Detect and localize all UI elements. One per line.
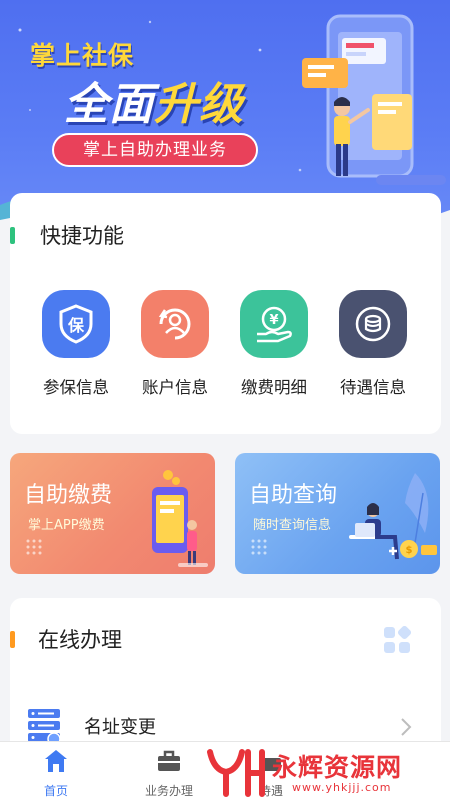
tile-title: 自助查询: [249, 483, 338, 508]
tile-subtitle: 掌上APP缴费: [28, 518, 105, 533]
quick-item-label: 待遇信息: [340, 378, 406, 397]
watermark-text: 永辉资源网: [272, 753, 403, 782]
person-circle-icon: [141, 290, 209, 358]
banner-title-line2: 全面升级: [64, 79, 244, 130]
briefcase-icon: [158, 750, 180, 771]
quick-item-account-info[interactable]: 账户信息: [125, 290, 225, 398]
tile-subtitle: 随时查询信息: [253, 518, 332, 533]
yuan-hand-icon: ¥: [240, 290, 308, 358]
quick-item-payment-detail[interactable]: ¥ 缴费明细: [224, 290, 324, 398]
quick-item-insurance-info[interactable]: 保 参保信息: [26, 290, 126, 398]
quick-functions-card: 快捷功能 保 参保信息 账户信息 ¥ 缴费明细 待遇信息: [10, 193, 441, 434]
laptop-person-icon: $: [349, 473, 437, 560]
watermark-overlay: 永辉资源网 www.yhkjjj.com: [200, 748, 450, 800]
quick-item-label: 缴费明细: [241, 378, 307, 397]
coin-stack-icon: [339, 290, 407, 358]
nav-item-home[interactable]: 首页: [11, 746, 101, 799]
section-accent-bar: [10, 227, 15, 244]
self-payment-tile[interactable]: 自助缴费 掌上APP缴费: [10, 453, 215, 574]
list-item-label: 名址变更: [84, 717, 156, 738]
home-icon: [45, 750, 67, 772]
section-title-online: 在线办理: [38, 628, 122, 652]
watermark-logo-icon: [207, 749, 265, 797]
banner-title-line1: 掌上社保: [30, 41, 135, 70]
chevron-right-icon: [401, 718, 412, 736]
phone-payment-icon: [152, 470, 208, 567]
svg-text:$: $: [406, 545, 413, 556]
self-query-tile[interactable]: 自助查询 随时查询信息 $: [235, 453, 440, 574]
dots-icon: [26, 539, 42, 555]
online-processing-card: 在线办理 名址变更: [10, 598, 441, 758]
shield-icon: 保: [42, 290, 110, 358]
section-title-quick: 快捷功能: [40, 224, 124, 248]
dots-icon: [251, 539, 267, 555]
watermark-url: www.yhkjjj.com: [292, 781, 392, 794]
banner-pill: 掌上自助办理业务: [52, 133, 258, 167]
section-accent-bar: [10, 631, 15, 648]
quick-item-label: 参保信息: [43, 378, 109, 397]
phone-illustration-icon: [302, 14, 446, 185]
tile-title: 自助缴费: [24, 483, 113, 508]
quick-item-label: 账户信息: [142, 378, 208, 397]
grid-apps-icon[interactable]: [383, 626, 411, 654]
quick-item-benefit-info[interactable]: 待遇信息: [323, 290, 423, 398]
nav-label: 首页: [43, 784, 68, 798]
svg-text:保: 保: [67, 316, 85, 335]
svg-text:¥: ¥: [269, 313, 278, 328]
